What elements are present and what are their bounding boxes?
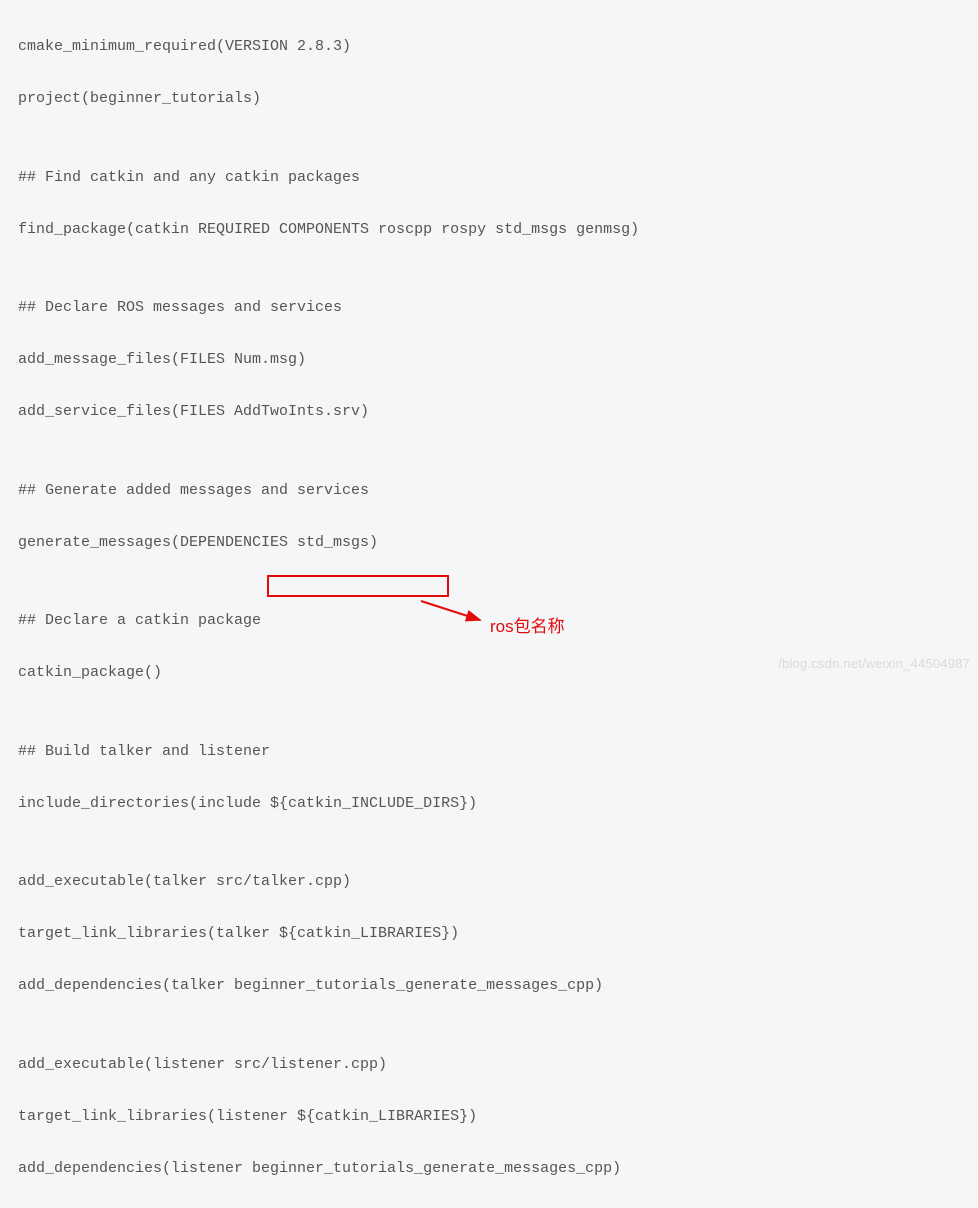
code-line: include_directories(include ${catkin_INC…	[18, 791, 960, 817]
code-line: target_link_libraries(talker ${catkin_LI…	[18, 921, 960, 947]
highlighted-text: beginner_tutorials	[234, 977, 396, 994]
code-line: catkin_package()	[18, 660, 960, 686]
cmake-code-block: cmake_minimum_required(VERSION 2.8.3) pr…	[18, 8, 960, 1208]
code-line: add_dependencies(listener beginner_tutor…	[18, 1156, 960, 1182]
code-line: find_package(catkin REQUIRED COMPONENTS …	[18, 217, 960, 243]
code-text: add_dependencies(talker	[18, 977, 234, 994]
code-text: _generate_messages_cpp)	[396, 977, 603, 994]
code-line: ## Build talker and listener	[18, 739, 960, 765]
code-line: add_message_files(FILES Num.msg)	[18, 347, 960, 373]
code-line: generate_messages(DEPENDENCIES std_msgs)	[18, 530, 960, 556]
code-line: add_executable(talker src/talker.cpp)	[18, 869, 960, 895]
code-line: ## Generate added messages and services	[18, 478, 960, 504]
code-line: add_service_files(FILES AddTwoInts.srv)	[18, 399, 960, 425]
code-line: cmake_minimum_required(VERSION 2.8.3)	[18, 34, 960, 60]
code-line: ## Declare a catkin package	[18, 608, 960, 634]
code-line: add_dependencies(talker beginner_tutoria…	[18, 973, 960, 999]
code-line: target_link_libraries(listener ${catkin_…	[18, 1104, 960, 1130]
code-line: project(beginner_tutorials)	[18, 86, 960, 112]
code-line: add_executable(listener src/listener.cpp…	[18, 1052, 960, 1078]
code-line: ## Find catkin and any catkin packages	[18, 165, 960, 191]
code-line: ## Declare ROS messages and services	[18, 295, 960, 321]
